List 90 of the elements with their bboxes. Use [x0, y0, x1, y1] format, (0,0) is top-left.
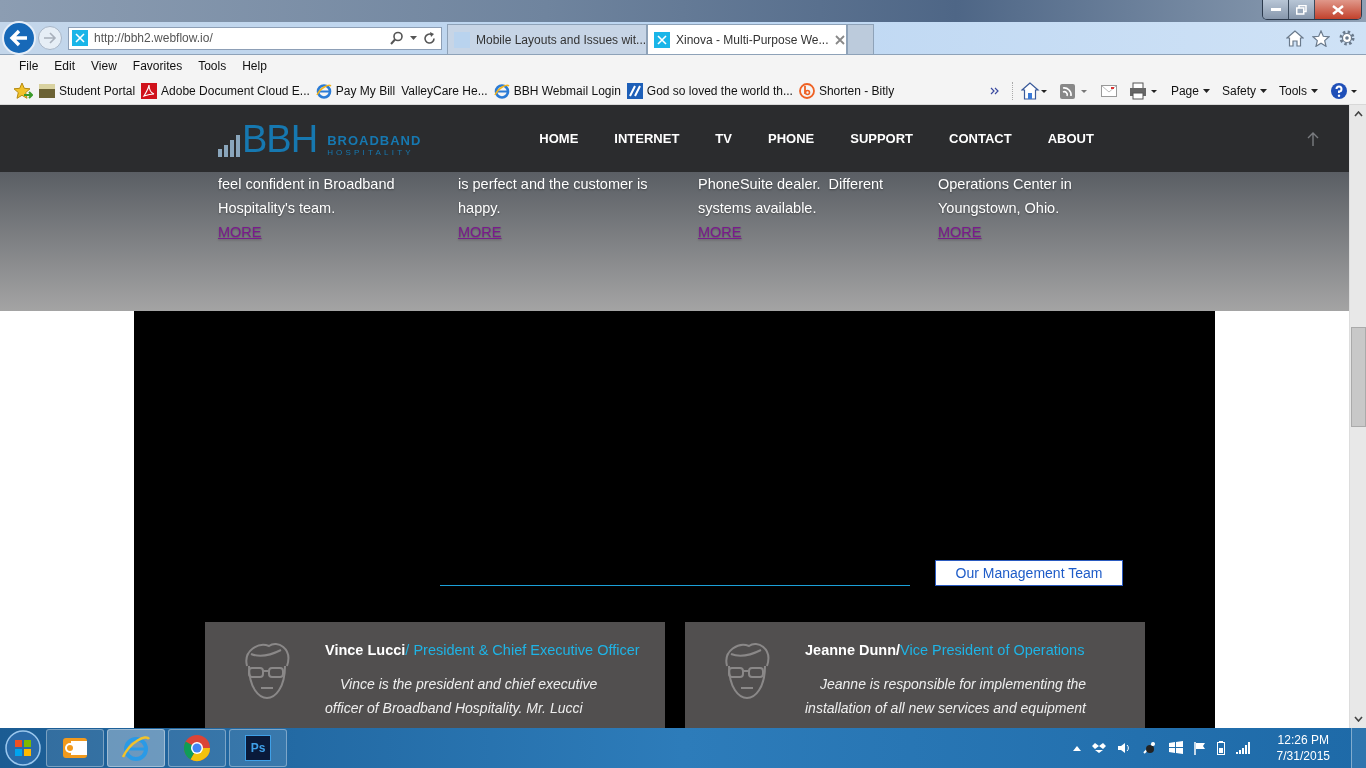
menu-item[interactable]: File: [11, 59, 47, 73]
feature-text: PhoneSuite dealer. Different systems available.: [698, 175, 884, 218]
back-arrow-icon: [9, 29, 29, 47]
feature-text: Operations Center in Youngstown, Ohio.: [938, 175, 1072, 218]
address-bar[interactable]: http://bbh2.webflow.io/: [68, 26, 442, 50]
dropdown-caret-icon[interactable]: [410, 36, 417, 40]
volume-icon[interactable]: [1116, 742, 1131, 754]
command-menu[interactable]: Page: [1170, 83, 1210, 98]
ie-icon: [493, 82, 510, 99]
site-favicon-icon: [72, 30, 88, 46]
start-button-icon[interactable]: [3, 729, 43, 767]
nav-link[interactable]: ABOUT: [1047, 131, 1094, 146]
windows-logo-icon[interactable]: [1168, 741, 1183, 755]
url-text: http://bbh2.webflow.io/: [94, 31, 213, 45]
chrome-icon: [181, 732, 213, 764]
feature-text: is perfect and the customer is happy.: [458, 175, 648, 218]
clock[interactable]: 12:26 PM 7/31/2015: [1276, 732, 1330, 764]
help-icon[interactable]: [1330, 81, 1358, 100]
signal-icon[interactable]: [1235, 742, 1250, 754]
home-icon[interactable]: [1020, 81, 1047, 100]
chevron-icon[interactable]: [989, 86, 1000, 95]
menu-item[interactable]: Help: [234, 59, 275, 73]
favorites-link[interactable]: BBH Webmail Login: [493, 82, 621, 99]
scroll-up-icon[interactable]: [1353, 111, 1363, 117]
restore-button[interactable]: [1289, 0, 1315, 19]
favorites-link[interactable]: Student Portal: [39, 82, 136, 99]
command-menu[interactable]: Tools: [1279, 83, 1318, 98]
nav-link[interactable]: INTERNET: [614, 131, 680, 146]
scroll-down-icon[interactable]: [1353, 716, 1363, 722]
site-favicon-icon: [654, 31, 670, 48]
nav-link[interactable]: CONTACT: [949, 131, 1012, 146]
settings-icon[interactable]: [1338, 29, 1356, 47]
menu-item[interactable]: View: [83, 59, 125, 73]
team-member-heading: Jeanne Dunn/Vice President of Operations: [805, 642, 1086, 658]
slash-tile-icon: [626, 82, 643, 99]
show-hidden-icons-icon[interactable]: [1072, 745, 1081, 751]
battery-icon[interactable]: [1216, 741, 1225, 755]
nav-link[interactable]: SUPPORT: [850, 131, 914, 146]
favorites-link[interactable]: Shorten - Bitly: [798, 82, 895, 99]
taskbar-app[interactable]: Ps: [229, 729, 287, 767]
printer-icon[interactable]: [1128, 81, 1159, 100]
menu-item[interactable]: Favorites: [124, 59, 191, 73]
nav-link[interactable]: TV: [715, 131, 732, 146]
minimize-button[interactable]: [1263, 0, 1289, 19]
signal-bars-icon: [218, 134, 240, 157]
team-member-heading: Vince Lucci/ President & Chief Executive Officer: [325, 642, 640, 658]
bitly-icon: [798, 82, 815, 99]
browser-tab[interactable]: Xinova - Multi-Purpose We...: [647, 24, 847, 54]
favorites-link[interactable]: God so loved the world th...: [626, 82, 793, 99]
minimize-icon: [1270, 7, 1281, 12]
feature-text: feel confident in Broadband Hospitality's team.: [218, 175, 395, 218]
nav-link[interactable]: HOME: [539, 131, 579, 146]
dropbox-icon[interactable]: [1091, 742, 1106, 754]
home-icon[interactable]: [1286, 29, 1304, 47]
restore-icon: [1296, 4, 1307, 15]
nav-link[interactable]: PHONE: [768, 131, 815, 146]
back-button[interactable]: [2, 21, 36, 55]
caret-icon: [1260, 88, 1267, 93]
browser-tab[interactable]: Mobile Layouts and Issues wit...: [447, 24, 647, 54]
scrollbar[interactable]: [1349, 105, 1366, 728]
taskbar-app[interactable]: [46, 729, 104, 767]
ie-icon: [315, 82, 332, 99]
favorites-star-icon[interactable]: [13, 81, 33, 100]
flag-icon[interactable]: [1193, 741, 1206, 755]
favorites-link[interactable]: ValleyCare He...: [401, 83, 488, 98]
caret-icon: [1311, 88, 1318, 93]
close-button[interactable]: [1315, 0, 1361, 19]
forward-arrow-icon: [43, 32, 57, 44]
close-tab-icon[interactable]: [834, 34, 845, 45]
management-team-button[interactable]: Our Management Team: [935, 560, 1123, 586]
thumbnail-icon: [39, 82, 55, 99]
team-member-bio: Jeanne is responsible for implementing the installation of all new services and equipment: [805, 675, 1088, 718]
taskbar-app[interactable]: [168, 729, 226, 767]
search-icon[interactable]: [390, 31, 404, 45]
team-member-bio: Vince is the president and chief executive officer of Broadband Hospitality. Mr. Lucci: [325, 675, 599, 718]
favorites-link[interactable]: Adobe Document Cloud E...: [141, 82, 310, 99]
scroll-thumb[interactable]: [1350, 327, 1366, 427]
close-icon: [1332, 4, 1344, 15]
photoshop-icon: Ps: [245, 735, 271, 761]
menu-item[interactable]: Tools: [190, 59, 235, 73]
caret-icon: [1202, 88, 1210, 93]
feed-icon[interactable]: [1058, 81, 1089, 100]
command-menu[interactable]: Safety: [1221, 83, 1267, 98]
up-arrow-icon[interactable]: [1307, 131, 1319, 146]
mail-icon[interactable]: [1100, 84, 1117, 97]
favorites-link[interactable]: Pay My Bill: [315, 82, 396, 99]
favorites-star-icon[interactable]: [1312, 29, 1330, 47]
refresh-icon[interactable]: [423, 31, 436, 45]
menu-item[interactable]: Edit: [46, 59, 84, 73]
pdf-icon: [141, 82, 158, 99]
